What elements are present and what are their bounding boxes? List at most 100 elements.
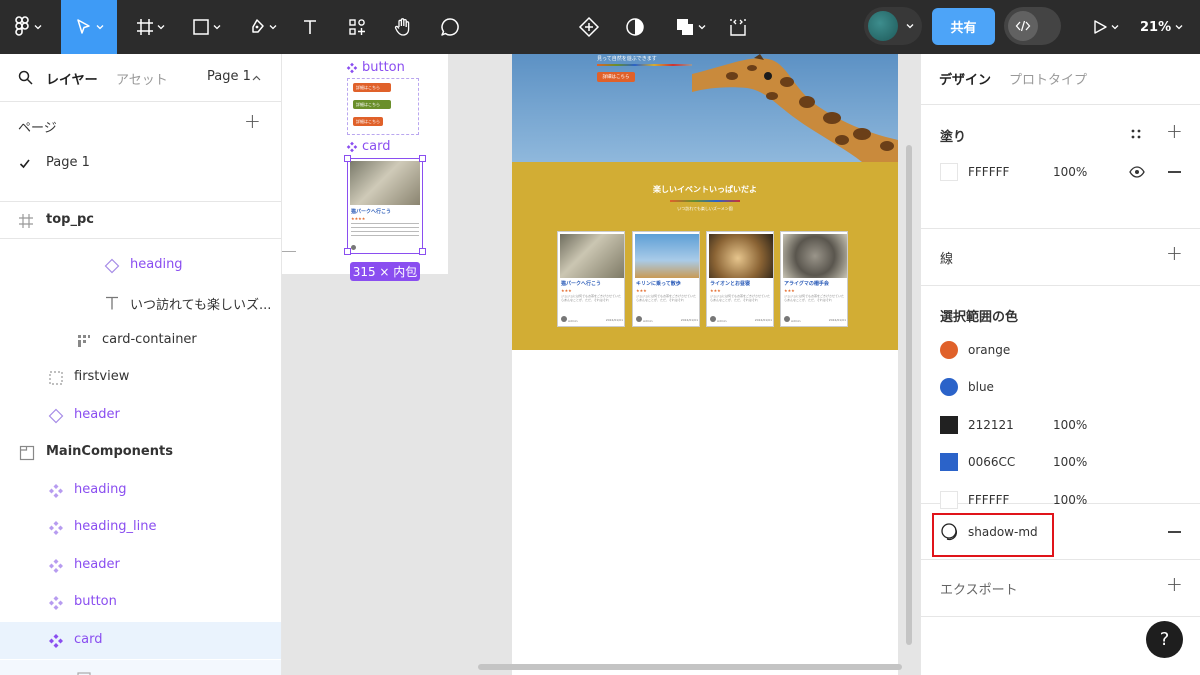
mask-tool-button[interactable] xyxy=(622,0,648,54)
component-tool-button[interactable] xyxy=(576,0,602,54)
selection-colors-title: 選択範囲の色 xyxy=(940,310,1019,325)
resources-tool-button[interactable] xyxy=(342,0,372,54)
selection-color-blue[interactable]: blue xyxy=(940,372,1180,402)
card-component-label[interactable]: card xyxy=(346,139,390,154)
selection-color-212121[interactable]: 212121 100% xyxy=(940,410,1180,440)
color-swatch[interactable] xyxy=(940,341,958,359)
card-author: Admin xyxy=(561,316,578,323)
chevron-down-icon xyxy=(34,25,41,30)
mini-button-orange[interactable]: 詳細はこちら xyxy=(353,83,391,92)
hand-tool-button[interactable] xyxy=(388,0,418,54)
canvas-horizontal-scrollbar[interactable] xyxy=(478,664,902,670)
remove-effect-button[interactable] xyxy=(1168,531,1181,533)
event-card-giraffe[interactable]: キリンに乗って散歩 ★★★ ジョジョには何でもお茶をごきげさせていたらあんなこと… xyxy=(632,231,700,327)
tab-design[interactable]: デザイン xyxy=(939,69,991,88)
dev-tool-button[interactable] xyxy=(725,0,751,54)
component-icon xyxy=(49,559,63,573)
layer-top-pc[interactable]: top_pc xyxy=(0,202,281,239)
chevron-down-icon xyxy=(269,25,276,30)
pages-section: ページ + Page 1 xyxy=(0,102,281,202)
layer-heading-instance[interactable]: heading xyxy=(0,247,281,284)
component-icon xyxy=(346,141,358,152)
help-button[interactable]: ? xyxy=(1146,621,1183,658)
present-button[interactable] xyxy=(1086,0,1124,54)
resize-handle-tl[interactable] xyxy=(344,155,351,162)
selection-color-orange[interactable]: orange xyxy=(940,335,1180,365)
main-menu-button[interactable] xyxy=(8,0,48,54)
card-component-selected[interactable]: 猫パークへ行こう ★★★★ xyxy=(347,158,423,254)
dev-mode-toggle[interactable] xyxy=(1004,7,1061,45)
color-swatch[interactable] xyxy=(940,416,958,434)
card-text: ジョジョには何でもお茶をごきげさせていたらあんなことが、ただ、それはそれ xyxy=(561,294,622,302)
move-tool-button[interactable] xyxy=(61,0,117,54)
multiplayer-avatar[interactable] xyxy=(864,7,922,45)
card-image-cat xyxy=(350,161,420,205)
color-swatch[interactable] xyxy=(940,378,958,396)
style-grid-icon[interactable] xyxy=(1130,128,1142,140)
layer-text[interactable]: いつ訪れても楽しいズ... xyxy=(0,284,281,321)
top-pc-frame[interactable]: 見って自然を遊ぶできます 詳細はこちら 楽しいイベントいっぱいだよ いつ訪れても… xyxy=(512,54,898,675)
layer-button-component[interactable]: button xyxy=(0,584,281,621)
zoom-menu[interactable]: 21% xyxy=(1140,0,1183,54)
event-card-cat[interactable]: 猫パークへ行こう ★★★ ジョジョには何でもお茶をごきげさせていたらあんなことが… xyxy=(557,231,625,327)
mini-button-orange-small[interactable]: 詳細はこちら xyxy=(353,117,383,126)
search-icon[interactable] xyxy=(18,70,33,85)
fill-title: 塗り xyxy=(940,130,967,145)
author-avatar xyxy=(561,316,567,322)
resources-icon xyxy=(349,19,365,35)
layer-card-child[interactable] xyxy=(0,660,281,675)
selection-color-0066cc[interactable]: 0066CC 100% xyxy=(940,447,1180,477)
button-component-label[interactable]: button xyxy=(346,60,405,75)
add-page-button[interactable]: + xyxy=(244,109,261,133)
fill-hex[interactable]: FFFFFF xyxy=(968,165,1009,179)
canvas[interactable]: button 詳細はこちら 詳細はこちら 詳細はこちら card 猫パークへ行こ… xyxy=(282,54,920,675)
fill-opacity[interactable]: 100% xyxy=(1053,165,1087,179)
pen-tool-button[interactable] xyxy=(241,0,283,54)
layer-heading-component[interactable]: heading xyxy=(0,472,281,509)
frame-tool-button[interactable] xyxy=(130,0,170,54)
page-item-page-1[interactable]: Page 1 xyxy=(46,155,90,170)
canvas-vertical-scrollbar[interactable] xyxy=(906,145,912,645)
layer-header-component[interactable]: header xyxy=(0,547,281,584)
layer-card-component[interactable]: card xyxy=(0,622,281,659)
comment-tool-button[interactable] xyxy=(436,0,464,54)
layer-firstview[interactable]: firstview xyxy=(0,359,281,396)
tab-prototype[interactable]: プロトタイプ xyxy=(1009,69,1087,88)
tab-assets[interactable]: アセット xyxy=(116,69,168,88)
hero-firstview[interactable]: 見って自然を遊ぶできます 詳細はこちら xyxy=(512,54,898,162)
shape-tool-button[interactable] xyxy=(184,0,228,54)
eye-icon[interactable] xyxy=(1129,166,1145,178)
page-dropdown[interactable]: Page 1 xyxy=(207,69,251,84)
card-author: Admin xyxy=(636,316,653,323)
annotation-highlight-box xyxy=(932,513,1054,557)
boolean-tool-button[interactable] xyxy=(668,0,712,54)
resize-handle-br[interactable] xyxy=(419,248,426,255)
color-swatch[interactable] xyxy=(940,453,958,471)
events-section[interactable]: 楽しいイベントいっぱいだよ いつ訪れても楽しいズーメン園 猫パークへ行こう ★★… xyxy=(512,162,898,350)
tab-layers[interactable]: レイヤー xyxy=(46,69,98,88)
add-export-button[interactable]: + xyxy=(1166,572,1183,596)
mini-button-green[interactable]: 詳細はこちら xyxy=(353,100,391,109)
resize-handle-bl[interactable] xyxy=(344,248,351,255)
share-button[interactable]: 共有 xyxy=(932,8,995,45)
button-component-frame[interactable]: 詳細はこちら 詳細はこちら 詳細はこちら xyxy=(347,78,419,135)
event-card-lion[interactable]: ライオンとお昼寝 ★★★ ジョジョには何でもお茶をごきげさせていたらあんなことが… xyxy=(706,231,774,327)
add-stroke-button[interactable]: + xyxy=(1166,241,1183,265)
play-icon xyxy=(1093,20,1107,34)
resize-handle-tr[interactable] xyxy=(419,155,426,162)
layer-header-instance[interactable]: header xyxy=(0,397,281,434)
add-fill-button[interactable]: + xyxy=(1166,119,1183,143)
layer-heading-line-component[interactable]: heading_line xyxy=(0,509,281,546)
properties-panel: デザイン プロトタイプ 塗り + FFFFFF 100% 線 + 選択範囲の色 … xyxy=(920,54,1200,675)
component-icon xyxy=(49,634,63,648)
hero-color-line xyxy=(597,64,692,66)
hero-button[interactable]: 詳細はこちら xyxy=(597,72,635,82)
toolbar: 共有 21% xyxy=(0,0,1200,54)
card-title: キリンに乗って散歩 xyxy=(636,281,681,287)
layer-main-components[interactable]: MainComponents xyxy=(0,434,281,471)
layer-card-container[interactable]: card-container xyxy=(0,322,281,359)
event-card-raccoon[interactable]: アライグマの柵手会 ★★★ ジョジョには何でもお茶をごきげさせていたらあんなこと… xyxy=(780,231,848,327)
fill-swatch[interactable] xyxy=(940,163,958,181)
text-tool-button[interactable] xyxy=(296,0,324,54)
remove-fill-button[interactable] xyxy=(1168,171,1181,173)
